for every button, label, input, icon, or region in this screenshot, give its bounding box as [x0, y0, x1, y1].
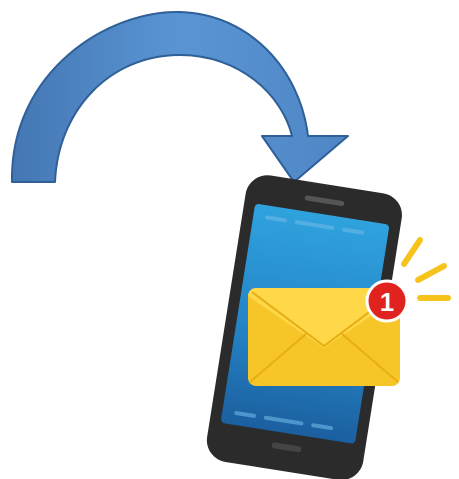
notification-badge: 1 [365, 279, 409, 323]
illustration-svg: 1 [10, 10, 451, 479]
curved-arrow-icon [10, 10, 349, 183]
notification-count: 1 [380, 287, 394, 317]
illustration-canvas: 1 [0, 0, 459, 479]
alert-rays-icon [401, 237, 451, 301]
